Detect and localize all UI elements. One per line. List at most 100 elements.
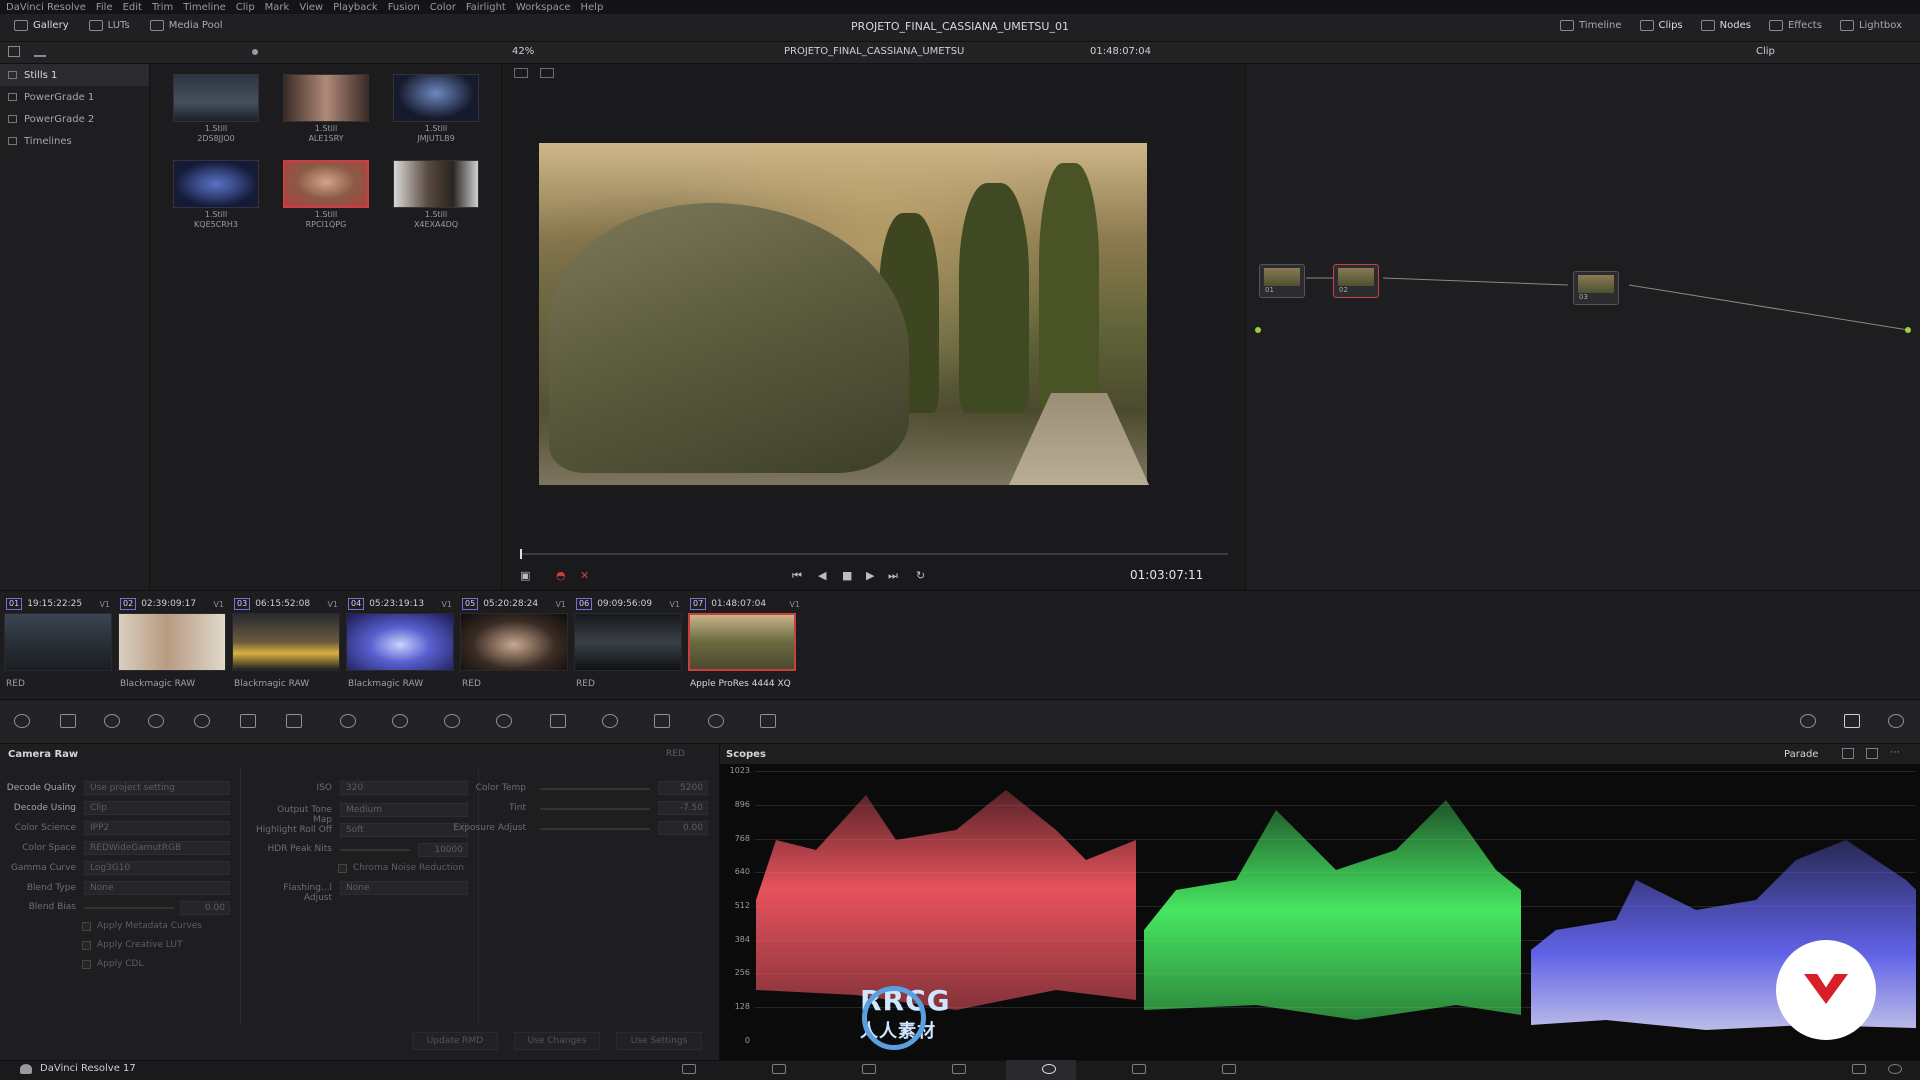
still-thumbnail[interactable]: 1.Still 2DS8JJO0 (173, 74, 259, 144)
effects-button[interactable]: Effects (1768, 20, 1822, 31)
page-fairlight-icon[interactable] (1132, 1064, 1146, 1074)
blend-bias-slider[interactable] (84, 907, 174, 909)
import-icon[interactable] (34, 46, 46, 57)
blend-type-select[interactable]: None (84, 881, 230, 895)
stereo-icon[interactable] (760, 714, 776, 728)
clip-item[interactable]: 04 05:23:19:13 V1 Blackmagic RAW (342, 595, 456, 689)
playhead[interactable] (520, 549, 522, 559)
timeline-selector[interactable]: PROJETO_FINAL_CASSIANA_UMETSU (784, 46, 964, 57)
still-thumbnail[interactable]: 1.Still ALE1SRY (283, 74, 369, 144)
menu-view[interactable]: View (299, 2, 323, 13)
apply-creative-lut-checkbox[interactable]: Apply Creative LUT (82, 940, 183, 950)
gamma-curve-select[interactable]: Log3G10 (84, 861, 230, 875)
menu-trim[interactable]: Trim (152, 2, 173, 13)
exposure-adjust-slider[interactable] (540, 828, 650, 830)
scope-expand-icon[interactable] (1866, 748, 1878, 759)
viewer-frame[interactable] (539, 143, 1149, 485)
step-back-icon[interactable]: ◀ (818, 569, 826, 582)
window-icon[interactable] (392, 714, 408, 728)
viewer-mode-icon[interactable] (514, 68, 528, 78)
use-changes-button[interactable]: Use Changes (514, 1032, 600, 1050)
clip-item[interactable]: 02 02:39:09:17 V1 Blackmagic RAW (114, 595, 228, 689)
gallery-button[interactable]: Gallery (14, 20, 69, 31)
zoom-level[interactable]: 42% (512, 46, 534, 57)
node-02-selected[interactable]: 02 (1333, 264, 1379, 298)
sizing-icon[interactable] (654, 714, 670, 728)
curves-icon[interactable] (240, 714, 256, 728)
viewer-options-icon[interactable]: ▣ (520, 569, 530, 582)
album-powergrade-2[interactable]: PowerGrade 2 (0, 108, 149, 130)
menu-file[interactable]: File (96, 2, 113, 13)
thumb-size-slider[interactable] (252, 49, 258, 55)
lightbox-palette-icon[interactable] (1800, 714, 1816, 728)
page-media-icon[interactable] (682, 1064, 696, 1074)
menu-workspace[interactable]: Workspace (516, 2, 571, 13)
color-space-select[interactable]: REDWideGamutRGB (84, 841, 230, 855)
page-deliver-icon[interactable] (1222, 1064, 1236, 1074)
home-icon[interactable] (1852, 1064, 1866, 1074)
play-icon[interactable]: ▶ (866, 569, 874, 582)
still-thumbnail[interactable]: 1.Still X4EXA4DQ (393, 160, 479, 230)
blend-bias-value[interactable]: 0.00 (180, 901, 230, 915)
exposure-adjust-value[interactable]: 0.00 (658, 821, 708, 835)
loop-icon[interactable]: ↻ (916, 569, 925, 582)
album-timelines[interactable]: Timelines (0, 130, 149, 152)
color-temp-value[interactable]: 5200 (658, 781, 708, 795)
clip-item[interactable]: 05 05:20:28:24 V1 RED (456, 595, 570, 689)
luts-button[interactable]: LUTs (88, 20, 130, 31)
node-03[interactable]: 03 (1573, 271, 1619, 305)
3d-icon[interactable] (708, 714, 724, 728)
menu-timeline[interactable]: Timeline (183, 2, 226, 13)
clip-item[interactable]: 03 06:15:52:08 V1 Blackmagic RAW (228, 595, 342, 689)
decode-using-select[interactable]: Clip (84, 801, 230, 815)
blur-icon[interactable] (550, 714, 566, 728)
apply-metadata-curves-checkbox[interactable]: Apply Metadata Curves (82, 921, 202, 931)
menu-clip[interactable]: Clip (236, 2, 255, 13)
page-color-icon[interactable] (1042, 1064, 1056, 1074)
qualifier-icon[interactable] (340, 714, 356, 728)
update-rmd-button[interactable]: Update RMD (412, 1032, 498, 1050)
menu-fusion[interactable]: Fusion (388, 2, 420, 13)
scope-more-icon[interactable]: ⋯ (1890, 747, 1900, 758)
chroma-noise-reduction-checkbox[interactable]: Chroma Noise Reduction (338, 863, 464, 873)
key-icon[interactable] (602, 714, 618, 728)
tint-value[interactable]: -7.50 (658, 801, 708, 815)
panel-toggle-icon[interactable] (8, 46, 20, 57)
menu-edit[interactable]: Edit (123, 2, 142, 13)
menu-fairlight[interactable]: Fairlight (466, 2, 506, 13)
color-warper-icon[interactable] (286, 714, 302, 728)
still-thumbnail[interactable]: 1.Still KQE5CRH3 (173, 160, 259, 230)
still-thumbnail-selected[interactable]: 1.Still RPCI1QPG (283, 160, 369, 230)
tint-slider[interactable] (540, 808, 650, 810)
mute-icon[interactable]: ✕ (580, 569, 589, 582)
album-powergrade-1[interactable]: PowerGrade 1 (0, 86, 149, 108)
menu-app[interactable]: DaVinci Resolve (6, 2, 86, 13)
split-wipe-icon[interactable] (540, 68, 554, 78)
tracker-icon[interactable] (444, 714, 460, 728)
lightbox-button[interactable]: Lightbox (1839, 20, 1902, 31)
viewer-scrubber[interactable] (520, 553, 1228, 555)
node-mode-selector[interactable]: Clip (1756, 46, 1775, 57)
apply-cdl-checkbox[interactable]: Apply CDL (82, 959, 144, 969)
page-color-active[interactable] (1006, 1060, 1076, 1080)
page-fusion-icon[interactable] (952, 1064, 966, 1074)
info-icon[interactable] (1888, 714, 1904, 728)
scope-settings-icon[interactable] (1842, 748, 1854, 759)
go-to-end-icon[interactable]: ⏭ (888, 569, 898, 583)
hdr-peak-nits-slider[interactable] (340, 849, 410, 851)
scopes-toggle-icon[interactable] (1844, 714, 1860, 728)
color-match-icon[interactable] (60, 714, 76, 728)
node-01[interactable]: 01 (1259, 264, 1305, 298)
color-temp-slider[interactable] (540, 788, 650, 790)
menu-mark[interactable]: Mark (265, 2, 290, 13)
go-to-start-icon[interactable]: ⏮ (792, 569, 802, 583)
decode-quality-select[interactable]: Use project setting (84, 781, 230, 795)
timeline-button[interactable]: Timeline (1560, 20, 1622, 31)
flashing-adjust-select[interactable]: None (340, 881, 468, 895)
color-wheels-icon[interactable] (104, 714, 120, 728)
menu-playback[interactable]: Playback (333, 2, 378, 13)
magic-mask-icon[interactable] (496, 714, 512, 728)
highlight-icon[interactable]: ◓ (556, 569, 566, 582)
media-pool-button[interactable]: Media Pool (149, 20, 223, 31)
motion-effects-icon[interactable] (194, 714, 210, 728)
